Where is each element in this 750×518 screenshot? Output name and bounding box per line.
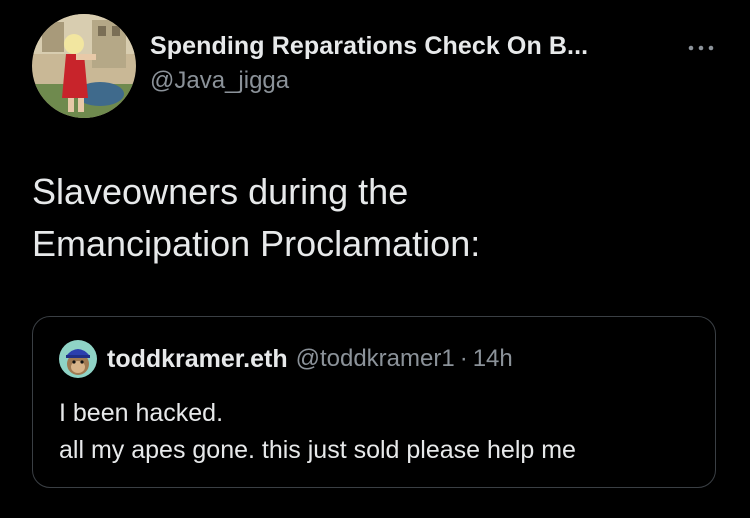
- author-display-name[interactable]: Spending Reparations Check On B...: [150, 32, 588, 61]
- tweet-text-line: Emancipation Proclamation:: [32, 223, 481, 264]
- quoted-text-line: I been hacked.: [59, 399, 224, 427]
- quoted-tweet-header: toddkramer.eth @toddkramer1 · 14h: [59, 339, 513, 379]
- quoted-author-avatar: [59, 340, 97, 378]
- quoted-author-handle: @toddkramer1: [295, 345, 455, 372]
- quoted-tweet-timestamp: 14h: [472, 345, 513, 372]
- quoted-tweet-text: I been hacked. all my apes gone. this ju…: [59, 395, 576, 469]
- author-info: Spending Reparations Check On B... @Java…: [150, 32, 588, 95]
- author-avatar[interactable]: [32, 14, 136, 118]
- quoted-text-line: all my apes gone. this just sold please …: [59, 436, 576, 464]
- more-horizontal-icon: [688, 45, 714, 51]
- tweet-text: Slaveowners during the Emancipation Proc…: [32, 166, 722, 270]
- author-handle[interactable]: @Java_jigga: [150, 67, 588, 95]
- quoted-tweet-card[interactable]: toddkramer.eth @toddkramer1 · 14h I been…: [32, 316, 716, 488]
- more-options-button[interactable]: [686, 38, 716, 58]
- separator-dot: ·: [459, 345, 468, 372]
- quoted-author-display-name: toddkramer.eth: [107, 344, 288, 373]
- tweet-text-line: Slaveowners during the: [32, 171, 409, 212]
- tweet-header: Spending Reparations Check On B... @Java…: [32, 14, 722, 118]
